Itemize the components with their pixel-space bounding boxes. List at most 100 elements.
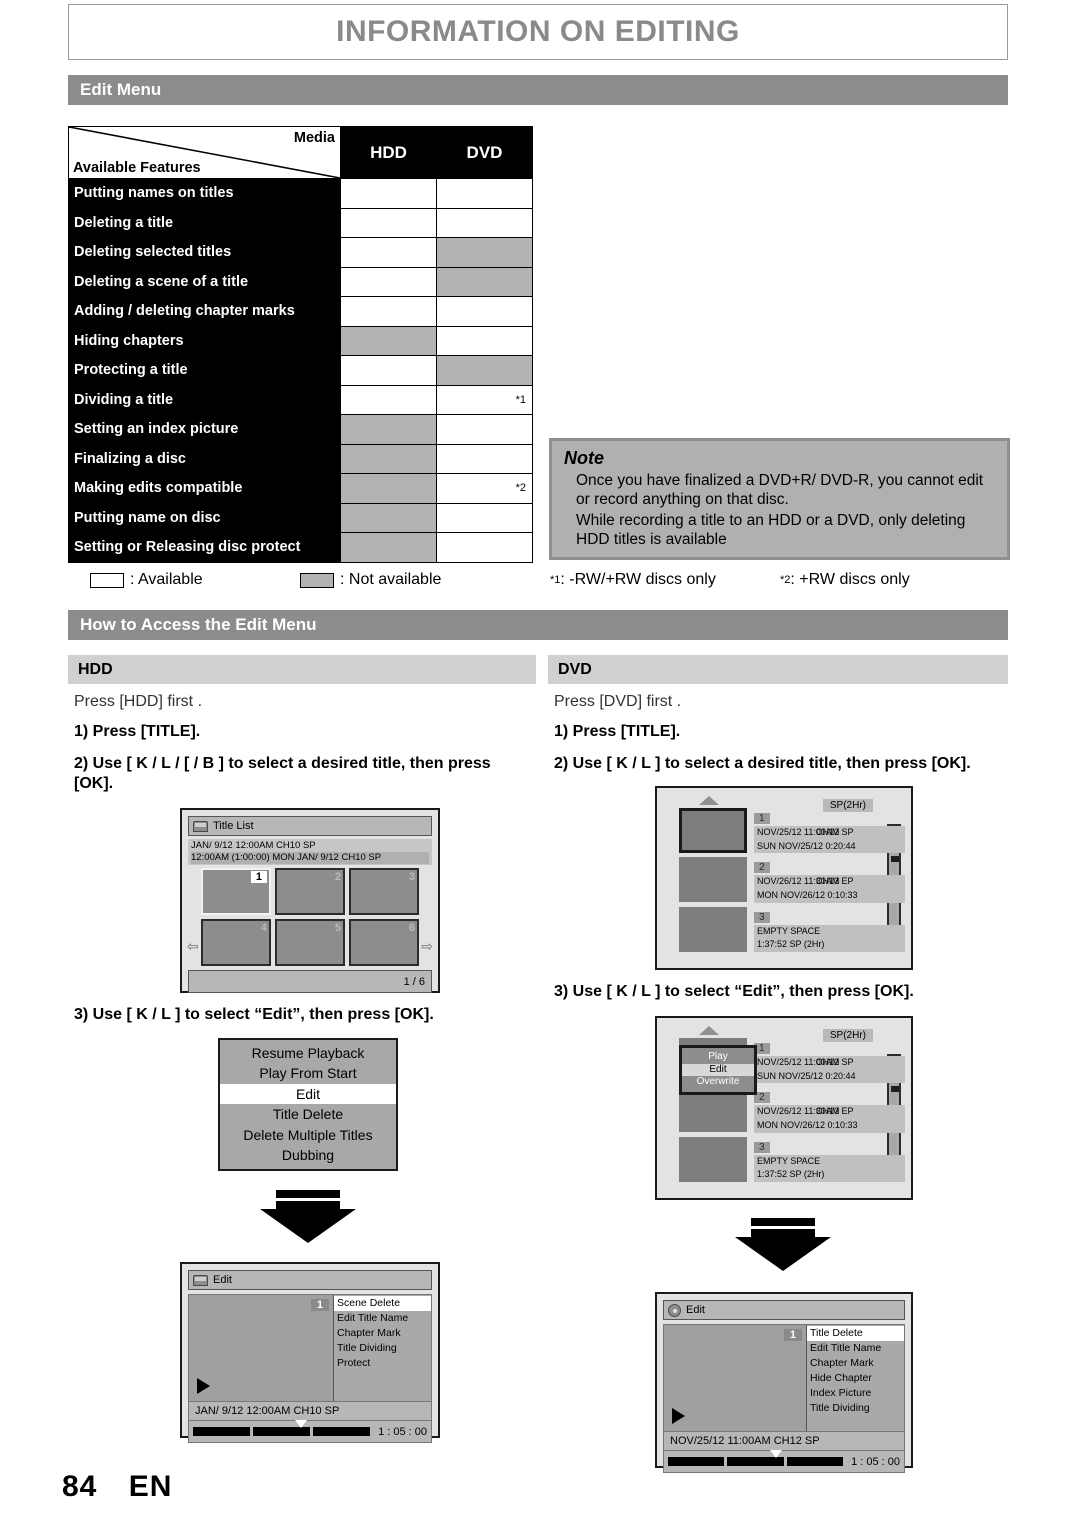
dvd-title-thumbnail[interactable] [679, 808, 747, 853]
subheader-dvd: DVD [548, 655, 1008, 684]
section-header-how-to-access: How to Access the Edit Menu [68, 610, 1008, 640]
dvd-title-channel: CH12 SP [816, 827, 854, 837]
scroll-up-arrow-icon[interactable] [699, 1026, 719, 1035]
hdd-edit-body: 1 Scene Delete Edit Title Name Chapter Mar… [188, 1294, 432, 1402]
edit-menu-item[interactable]: Scene Delete [334, 1296, 431, 1311]
corner-features-label: Available Features [73, 160, 201, 176]
title-thumbnail[interactable]: 1 [201, 868, 271, 916]
legend-note2-label: : +RW discs only [790, 571, 910, 588]
section-header-edit-menu: Edit Menu [68, 75, 1008, 105]
dvd-icon [668, 1303, 681, 1317]
dvd-title-row[interactable]: 3 EMPTY SPACE 1:37:52 SP (2Hr) [663, 1136, 905, 1183]
page-title: INFORMATION ON EDITING [336, 15, 740, 48]
play-indicator-icon [197, 1378, 210, 1394]
availability-cell-hdd [340, 502, 437, 533]
edit-menu-item[interactable]: Title Dividing [334, 1341, 431, 1356]
dvd-title-line-1: NOV/26/12 11:30AM CH13 EP [754, 1105, 905, 1120]
table-row: Deleting a scene of a title [68, 266, 533, 297]
table-row: Deleting selected titles [68, 237, 533, 268]
dvd-title-thumbnail[interactable] [679, 906, 747, 952]
edit-menu-item[interactable]: Title Delete [807, 1326, 904, 1341]
screenshot-dvd-title-list-with-menu: SP(2Hr) 1 NOV/25/12 11:00AM CH12 SP SUN NOV… [655, 1016, 913, 1200]
menu-item[interactable]: Play [682, 1051, 754, 1064]
dvd-edit-window-title: Edit [686, 1304, 705, 1316]
table-row: Putting names on titles [68, 178, 533, 209]
menu-item[interactable]: Resume Playback [220, 1043, 396, 1063]
edit-menu-item[interactable]: Edit Title Name [334, 1311, 431, 1326]
screenshot-dvd-title-list: SP(2Hr) 1 NOV/25/12 11:00AM CH12 SP SUN NOV… [655, 786, 913, 970]
dvd-title-meta: 3 EMPTY SPACE 1:37:52 SP (2Hr) [754, 907, 905, 953]
feature-name-cell: Adding / deleting chapter marks [68, 296, 341, 327]
menu-item[interactable]: Dubbing [220, 1145, 396, 1165]
note-line-1: Once you have finalized a DVD+R/ DVD-R, … [576, 472, 984, 508]
edit-menu-item[interactable]: Chapter Mark [334, 1326, 431, 1341]
dvd-title-thumbnail[interactable] [679, 857, 747, 903]
edit-menu-item[interactable]: Chapter Mark [807, 1356, 904, 1371]
dvd-title-row[interactable]: 1 NOV/25/12 11:00AM CH12 SP SUN NOV/25/12 0… [663, 808, 905, 854]
edit-menu-item[interactable]: Index Picture [807, 1386, 904, 1401]
dvd-edit-menu-list[interactable]: Title Delete Edit Title Name Chapter Mark H… [806, 1325, 904, 1431]
hdd-edit-menu-list[interactable]: Scene Delete Edit Title Name Chapter Mark T… [333, 1295, 431, 1401]
dvd-title-thumbnail[interactable] [679, 1136, 747, 1182]
progress-segments [193, 1427, 371, 1436]
hdd-title-context-menu[interactable]: Resume Playback Play From Start Edit Title … [218, 1038, 398, 1171]
dvd-title-line-2: 1:37:52 SP (2Hr) [754, 1168, 905, 1183]
dvd-edit-progress-bar[interactable]: 1 : 05 : 00 [663, 1450, 905, 1473]
title-thumbnail[interactable]: 4 [201, 919, 271, 967]
title-thumbnail[interactable]: 2 [275, 868, 345, 916]
edit-menu-item[interactable]: Edit Title Name [807, 1341, 904, 1356]
availability-cell-dvd [436, 414, 533, 445]
table-row: Deleting a title [68, 207, 533, 238]
dvd-step-3: 3) Use [ K / L ] to select “Edit”, then … [554, 983, 914, 1000]
hdd-edit-info: JAN/ 9/12 12:00AM CH10 SP [188, 1402, 432, 1421]
dvd-title-line-2: MON NOV/26/12 0:10:33 [754, 889, 905, 903]
menu-item[interactable]: Play From Start [220, 1063, 396, 1083]
dvd-title-meta: 2 NOV/26/12 11:30AM CH13 EP MON NOV/26/12 0… [754, 1087, 905, 1133]
progress-segments [668, 1457, 844, 1466]
dvd-title-row[interactable]: 3 EMPTY SPACE 1:37:52 SP (2Hr) [663, 906, 905, 953]
page-left-arrow-icon[interactable]: ⇦ [187, 938, 199, 955]
hdd-icon [193, 820, 208, 832]
availability-cell-hdd [340, 414, 437, 445]
dvd-title-meta: 3 EMPTY SPACE 1:37:52 SP (2Hr) [754, 1137, 905, 1183]
feature-name-cell: Putting name on disc [68, 502, 341, 533]
feature-name-cell: Deleting a title [68, 207, 341, 238]
edit-menu-item[interactable]: Title Dividing [807, 1401, 904, 1416]
edit-menu-item[interactable]: Protect [334, 1356, 431, 1371]
edit-menu-item[interactable]: Hide Chapter [807, 1371, 904, 1386]
section-header-edit-menu-label: Edit Menu [80, 80, 162, 99]
menu-item[interactable]: Overwrite [682, 1076, 754, 1089]
thumbnail-number: 3 [408, 871, 415, 884]
dvd-step-2: 2) Use [ K / L ] to select a desired tit… [554, 755, 971, 772]
dvd-title-line-2: 1:37:52 SP (2Hr) [754, 938, 905, 953]
dvd-title-meta: 1 NOV/25/12 11:00AM CH12 SP SUN NOV/25/12 0… [754, 1038, 905, 1084]
screenshot-hdd-edit: Edit 1 Scene Delete Edit Title Name Chapte… [180, 1262, 440, 1443]
availability-cell-hdd [340, 296, 437, 327]
menu-item[interactable]: Title Delete [220, 1104, 396, 1124]
availability-cell-dvd [436, 207, 533, 238]
subheader-hdd: HDD [68, 655, 536, 684]
available-features-table: Media Available Features HDD DVD Putting… [68, 126, 533, 563]
feature-name-cell: Making edits compatible [68, 473, 341, 504]
table-corner-cell: Media Available Features [68, 126, 341, 179]
title-thumbnail[interactable]: 6 [349, 919, 419, 967]
title-thumbnail[interactable]: 3 [349, 868, 419, 916]
dvd-title-context-menu[interactable]: Play Edit Overwrite [679, 1045, 757, 1095]
hdd-edit-progress-bar[interactable]: 1 : 05 : 00 [188, 1420, 432, 1443]
dvd-step-1: 1) Press [TITLE]. [554, 723, 681, 740]
page-right-arrow-icon[interactable]: ⇨ [421, 938, 433, 955]
availability-cell-hdd [340, 532, 437, 563]
menu-item[interactable]: Edit [682, 1063, 754, 1077]
section-header-how-to-access-label: How to Access the Edit Menu [80, 615, 317, 634]
menu-item[interactable]: Edit [220, 1083, 396, 1105]
availability-cell-dvd [436, 355, 533, 386]
scroll-up-arrow-icon[interactable] [699, 796, 719, 805]
menu-item[interactable]: Delete Multiple Titles [220, 1125, 396, 1145]
feature-name-cell: Setting or Releasing disc protect [68, 532, 341, 563]
dvd-title-line-1: EMPTY SPACE [754, 924, 905, 939]
dvd-title-row[interactable]: 2 NOV/26/12 11:30AM CH13 EP MON NOV/26/12 0… [663, 857, 905, 903]
thumbnail-number: 5 [334, 922, 341, 935]
hdd-step-1: 1) Press [TITLE]. [74, 723, 201, 740]
legend-not-available: : Not available [300, 571, 550, 589]
title-thumbnail[interactable]: 5 [275, 919, 345, 967]
